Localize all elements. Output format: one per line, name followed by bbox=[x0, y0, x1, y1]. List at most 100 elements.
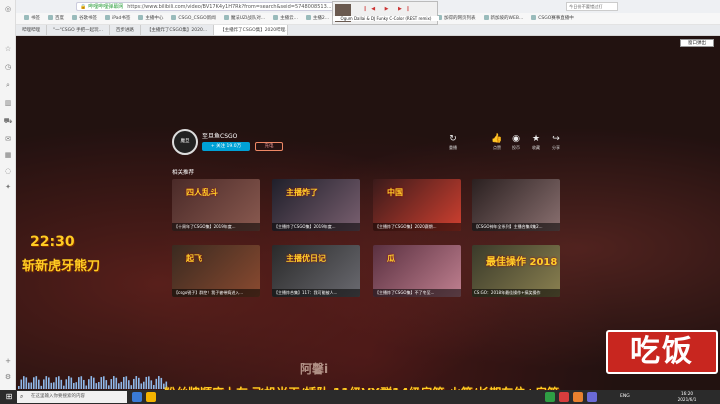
app-icon[interactable] bbox=[545, 392, 555, 402]
follow-button[interactable]: + 关注 19.0万 bbox=[202, 142, 250, 151]
search-icon[interactable]: ⌕ bbox=[3, 80, 13, 90]
taskbar-clock[interactable]: 16:20 2021/6/1 bbox=[672, 391, 702, 403]
charge-button[interactable]: 充电 bbox=[255, 142, 283, 151]
audio-bar bbox=[88, 379, 90, 389]
mail-icon[interactable]: ✉ bbox=[3, 134, 13, 144]
audio-bar bbox=[103, 376, 105, 389]
bookmark-item[interactable]: 百度 bbox=[48, 13, 64, 24]
audio-bar bbox=[123, 376, 125, 389]
bookmark-item[interactable]: 主播2... bbox=[306, 13, 329, 24]
mini-music-player[interactable]: ❙◀ ▶ ▶❙ Ogum Dallai & DJ Funky C-Color (… bbox=[332, 1, 439, 25]
browser-tab[interactable]: "一"CSGO 手把一起玩... bbox=[47, 25, 110, 35]
file-explorer-icon[interactable] bbox=[146, 392, 156, 402]
related-video-card[interactable]: 最佳操作 2018 CS:GO：2018年最佳操作+搞笑操作 bbox=[472, 245, 560, 297]
audio-bar bbox=[28, 382, 30, 389]
audio-bar bbox=[78, 377, 80, 389]
browser-tab[interactable]: 【主播炸了CSGO集】2020哔哩... bbox=[214, 25, 289, 35]
grid-icon[interactable]: ▦ bbox=[3, 150, 13, 160]
video-caption: 【主播炸了CSGO集】2020赛期... bbox=[373, 223, 461, 231]
audio-bar bbox=[30, 382, 33, 389]
audio-bar bbox=[120, 381, 123, 389]
audio-bar bbox=[100, 377, 103, 389]
app-icon[interactable] bbox=[559, 392, 569, 402]
favorite-button[interactable]: ★ 收藏 bbox=[527, 134, 545, 151]
related-video-card[interactable]: 四人乱斗 【十周年了CSGO集】2019年度... bbox=[172, 179, 260, 231]
address-bar[interactable]: 🔒 哔哩哔哩弹幕网 https://www.bilibili.com/video/B… bbox=[76, 2, 346, 11]
app-icon[interactable] bbox=[573, 392, 583, 402]
search-icon: ⌕ bbox=[20, 393, 24, 400]
taskbar-search-placeholder: 在这里输入你要搜索的内容 bbox=[31, 394, 85, 399]
app-icon[interactable] bbox=[587, 392, 597, 402]
bookmark-item[interactable]: CSGO_CSGO新闻 bbox=[171, 13, 215, 24]
clock-date: 2021/6/1 bbox=[677, 397, 697, 402]
audio-bar bbox=[48, 377, 50, 389]
bookmark-item[interactable]: 谷歌书签 bbox=[72, 13, 97, 24]
browser-tab[interactable]: 【主播炸了CSGO集】2020... bbox=[141, 25, 215, 35]
thumbnail-title-text: 最佳操作 2018 bbox=[486, 257, 558, 268]
player-controls[interactable]: ❙◀ ▶ ▶❙ bbox=[363, 6, 414, 12]
thumbnail-title-text: 主播炸了 bbox=[286, 188, 318, 197]
settings-icon[interactable]: ⚙ bbox=[3, 372, 13, 382]
audio-bar bbox=[25, 377, 28, 389]
thumbnail-title-text: 起飞 bbox=[186, 254, 202, 263]
like-button[interactable]: 👍 点赞 bbox=[488, 134, 506, 151]
task-view-icon[interactable] bbox=[132, 392, 142, 402]
streamer-logo: 阿馨i bbox=[300, 362, 329, 376]
add-icon[interactable]: + bbox=[3, 356, 13, 366]
bookmark-item[interactable]: CSGO赛事直播中 bbox=[531, 13, 574, 24]
related-video-card[interactable]: 主播炸了 【主播炸了CSGO集】2019年度... bbox=[272, 179, 360, 231]
bookmark-item[interactable]: 主播云... bbox=[273, 13, 298, 24]
related-video-card[interactable]: 瓜【主播炸了CSGO集】不了冬至... bbox=[373, 245, 461, 297]
coin-button[interactable]: ◉ 投币 bbox=[507, 134, 525, 151]
replay-button[interactable]: ↻ 重播 bbox=[444, 134, 462, 151]
overlay-streamer-name: 斩新虎牙熊刀 bbox=[22, 259, 101, 274]
bookmark-item[interactable]: 新加坡的WEB... bbox=[484, 13, 524, 24]
audio-bar bbox=[93, 377, 95, 389]
audio-bar bbox=[65, 379, 68, 389]
bookmark-item[interactable]: 加得的网页列表 bbox=[437, 13, 476, 24]
audio-bar bbox=[75, 382, 78, 389]
bookmark-item[interactable]: iPad书签 bbox=[105, 13, 130, 24]
bookmark-item[interactable]: 书签 bbox=[24, 13, 40, 24]
float-window-button[interactable]: 窗口弹出 bbox=[680, 39, 714, 47]
avatar[interactable]: 魔旦 bbox=[172, 129, 198, 155]
browser-search-box[interactable]: 今日份不要错过打 bbox=[566, 2, 618, 11]
audio-bar bbox=[80, 376, 83, 389]
audio-bar bbox=[18, 386, 20, 389]
audio-bar bbox=[143, 381, 145, 389]
bookmark-item[interactable]: 魔法UZI战队对... bbox=[224, 13, 265, 24]
history-icon[interactable]: ◷ bbox=[3, 62, 13, 72]
input-language[interactable]: ENG bbox=[620, 394, 630, 399]
star-icon[interactable]: ☆ bbox=[3, 44, 13, 54]
related-video-card[interactable]: 中国【主播炸了CSGO集】2020赛期... bbox=[373, 179, 461, 231]
audio-visualizer bbox=[18, 376, 168, 389]
share-button[interactable]: ↪ 分享 bbox=[547, 134, 565, 151]
browser-logo-icon[interactable]: ◎ bbox=[3, 4, 13, 14]
audio-bar bbox=[95, 383, 98, 389]
audio-bar bbox=[68, 376, 70, 389]
book-icon[interactable]: ▥ bbox=[3, 98, 13, 108]
uploader-name[interactable]: 至旦鱼CSGO bbox=[202, 131, 237, 140]
browser-tab[interactable]: 百步进路 bbox=[110, 25, 141, 35]
audio-bar bbox=[153, 384, 155, 389]
browser-tab[interactable]: 哔哩哔哩 bbox=[16, 25, 47, 35]
windows-start-icon[interactable]: ⊞ bbox=[4, 392, 14, 402]
audio-bar bbox=[118, 383, 120, 389]
coin-icon: ◉ bbox=[512, 134, 520, 144]
browser-sidebar: ◎ ☆ ◷ ⌕ ▥ ⛟ ✉ ▦ ◌ ✦ + ⚙ bbox=[0, 0, 16, 390]
related-video-card[interactable]: 主播优日记 【主播炸合集】117：我可能被人... bbox=[272, 245, 360, 297]
taskbar-search[interactable]: ⌕ 在这里输入你要搜索的内容 bbox=[17, 391, 127, 403]
related-video-card[interactable]: 【CSGO神年全系列】主播合集4集2... bbox=[472, 179, 560, 231]
bookmark-item[interactable]: 主播中心 bbox=[138, 13, 163, 24]
audio-bar bbox=[70, 377, 73, 389]
video-caption: 【csgo锐子】群控！我子被带捣进入... bbox=[172, 289, 260, 297]
game-icon[interactable]: ✦ bbox=[3, 182, 13, 192]
audio-bar bbox=[105, 380, 108, 389]
chat-icon[interactable]: ◌ bbox=[3, 166, 13, 176]
related-title: 相关推荐 bbox=[172, 170, 195, 176]
related-video-card[interactable]: 起飞【csgo锐子】群控！我子被带捣进入... bbox=[172, 245, 260, 297]
audio-bar bbox=[113, 376, 115, 389]
audio-bar bbox=[115, 377, 118, 389]
cart-icon[interactable]: ⛟ bbox=[3, 116, 13, 126]
thumbnail-title-text: 中国 bbox=[387, 188, 403, 197]
